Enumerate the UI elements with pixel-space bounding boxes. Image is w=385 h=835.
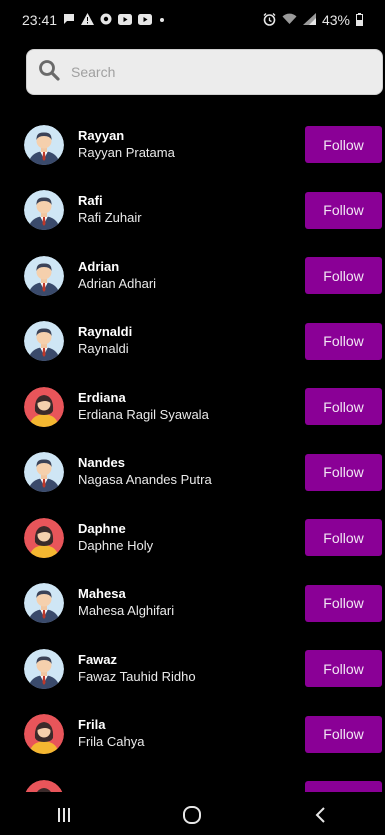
battery-percent: 43% xyxy=(321,12,350,28)
youtube-icon xyxy=(118,13,133,27)
user-row[interactable]: Raynaldi Raynaldi Follow xyxy=(0,309,385,375)
warning-icon xyxy=(81,13,95,27)
user-row[interactable]: Erdiana Erdiana Ragil Syawala Follow xyxy=(0,374,385,440)
alarm-icon xyxy=(263,12,276,28)
user-names: Nandes Nagasa Anandes Putra xyxy=(78,455,212,489)
male-avatar-icon[interactable] xyxy=(24,255,64,296)
follow-button[interactable]: Follow xyxy=(305,519,382,557)
chat-icon xyxy=(63,13,75,27)
home-icon xyxy=(183,806,202,824)
battery-icon xyxy=(356,12,363,28)
full-name: Fawaz Tauhid Ridho xyxy=(78,668,196,684)
username: Adrian xyxy=(78,258,120,274)
user-row[interactable]: Fawaz Fawaz Tauhid Ridho Follow xyxy=(0,636,385,702)
recents-button[interactable] xyxy=(34,795,94,835)
username: Mahesa xyxy=(78,586,126,602)
user-names: Fawaz Fawaz Tauhid Ridho xyxy=(78,652,196,686)
navigation-bar xyxy=(0,795,385,835)
follow-button[interactable]: Follow xyxy=(305,322,382,360)
user-row[interactable]: Adrian Adrian Adhari Follow xyxy=(0,243,385,309)
follow-button[interactable]: Follow xyxy=(305,126,382,164)
user-names: Adrian Adrian Adhari xyxy=(78,259,156,293)
user-names: Frila Frila Cahya xyxy=(78,717,144,751)
status-right: 43% xyxy=(263,12,363,28)
male-avatar-icon[interactable] xyxy=(24,648,64,689)
full-name: Raynaldi xyxy=(78,341,129,357)
full-name: Rayyan Pratama xyxy=(78,144,175,160)
female-avatar-icon[interactable] xyxy=(24,779,64,792)
username: Frila xyxy=(78,717,106,733)
search-icon xyxy=(37,58,61,87)
user-row[interactable]: Frila Frila Cahya Follow xyxy=(0,702,385,768)
full-name: Frila Cahya xyxy=(78,734,145,750)
male-avatar-icon[interactable] xyxy=(24,321,64,362)
full-name: Mahesa Alghifari xyxy=(78,603,175,619)
user-row[interactable]: Rafi Rafi Zuhair Follow xyxy=(0,178,385,244)
user-row[interactable]: Rayyan Rayyan Pratama Follow xyxy=(0,112,385,178)
youtube-icon xyxy=(138,13,153,27)
follow-button[interactable]: Follow xyxy=(305,388,382,426)
status-time: 23:41 xyxy=(22,12,58,28)
wifi-icon xyxy=(282,13,297,27)
location-icon xyxy=(100,13,112,27)
username: Erdiana xyxy=(78,389,126,405)
user-list[interactable]: Rayyan Rayyan Pratama Follow Rafi Rafi Zuhai… xyxy=(0,112,385,792)
back-button[interactable] xyxy=(291,795,351,835)
user-names: Daphne Daphne Holy xyxy=(78,521,153,555)
status-left: 23:41 xyxy=(22,12,166,28)
search-bar[interactable] xyxy=(26,49,383,95)
username: Rayyan xyxy=(78,127,125,143)
female-avatar-icon[interactable] xyxy=(24,517,64,558)
user-names: Raynaldi Raynaldi xyxy=(78,324,132,358)
user-row[interactable]: Daphne Daphne Holy Follow xyxy=(0,505,385,571)
full-name: Rafi Zuhair xyxy=(78,210,142,226)
follow-button[interactable]: Follow xyxy=(305,781,382,792)
username: Nandes xyxy=(78,455,125,471)
full-name: Nagasa Anandes Putra xyxy=(78,472,212,488)
follow-button[interactable]: Follow xyxy=(305,584,382,622)
male-avatar-icon[interactable] xyxy=(24,190,64,231)
full-name: Daphne Holy xyxy=(78,537,154,553)
user-row[interactable]: Mahesa Mahesa Alghifari Follow xyxy=(0,571,385,637)
user-names: Rayyan Rayyan Pratama xyxy=(78,128,175,162)
username: Fawaz xyxy=(78,651,118,667)
username: Raynaldi xyxy=(78,324,133,340)
male-avatar-icon[interactable] xyxy=(24,124,64,165)
back-icon xyxy=(315,807,325,823)
follow-button[interactable]: Follow xyxy=(305,257,382,295)
user-names: Mahesa Mahesa Alghifari xyxy=(78,586,174,620)
username: Rafi xyxy=(78,193,103,209)
user-row[interactable]: KevinaFollow xyxy=(0,767,385,792)
user-names: Rafi Rafi Zuhair xyxy=(78,193,142,227)
recents-icon xyxy=(58,808,71,822)
follow-button[interactable]: Follow xyxy=(305,650,382,688)
search-input[interactable] xyxy=(69,56,382,88)
signal-icon xyxy=(302,13,316,27)
follow-button[interactable]: Follow xyxy=(305,715,382,753)
female-avatar-icon[interactable] xyxy=(24,714,64,755)
full-name: Adrian Adhari xyxy=(78,275,157,291)
home-button[interactable] xyxy=(162,795,222,835)
female-avatar-icon[interactable] xyxy=(24,386,64,427)
full-name: Erdiana Ragil Syawala xyxy=(78,406,209,422)
follow-button[interactable]: Follow xyxy=(305,453,382,491)
male-avatar-icon[interactable] xyxy=(24,452,64,493)
username: Daphne xyxy=(78,520,126,536)
dot-icon xyxy=(158,14,166,26)
follow-button[interactable]: Follow xyxy=(305,191,382,229)
search-box[interactable] xyxy=(26,49,383,95)
user-names: Erdiana Erdiana Ragil Syawala xyxy=(78,390,209,424)
user-row[interactable]: Nandes Nagasa Anandes Putra Follow xyxy=(0,440,385,506)
status-bar: 23:41 43% xyxy=(0,0,385,40)
male-avatar-icon[interactable] xyxy=(24,583,64,624)
